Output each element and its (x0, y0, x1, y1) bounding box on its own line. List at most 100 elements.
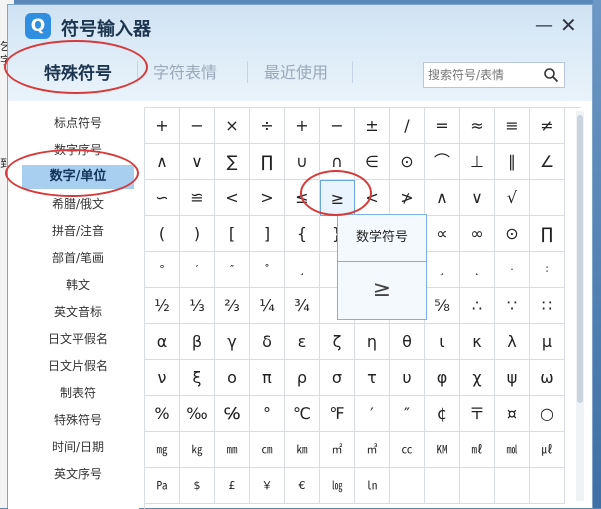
symbol-cell[interactable]: ) (180, 216, 215, 252)
symbol-cell[interactable]: ξ (180, 360, 215, 396)
symbol-cell[interactable]: ℉ (320, 396, 355, 432)
close-button[interactable]: ✕ (560, 14, 577, 36)
symbol-cell[interactable]: × (215, 108, 250, 144)
symbol-cell[interactable]: ㏎ (425, 432, 460, 468)
title-bar[interactable]: Q 符号输入器 — ✕ 特殊符号 字符表情 最近使用 (8, 5, 592, 101)
scrollbar-thumb[interactable] (577, 115, 583, 403)
symbol-cell[interactable]: − (180, 108, 215, 144)
symbol-cell[interactable]: ˚ (250, 252, 285, 288)
symbol-cell[interactable]: √ (495, 180, 530, 216)
symbol-cell[interactable]: ⊙ (390, 144, 425, 180)
symbol-cell[interactable]: ⊙ (495, 216, 530, 252)
sidebar-item[interactable]: 特殊符号 (22, 408, 134, 432)
symbol-cell[interactable]: ″ (390, 396, 425, 432)
symbol-cell[interactable]: ℃ (285, 396, 320, 432)
symbol-cell[interactable]: ° (250, 396, 285, 432)
symbol-cell[interactable]: − (320, 108, 355, 144)
symbol-cell[interactable]: ㎩ (145, 468, 180, 504)
popup-symbol-preview[interactable]: ≥ (338, 262, 426, 318)
symbol-cell[interactable]: ⅓ (180, 288, 215, 324)
symbol-cell[interactable]: ∠ (530, 144, 565, 180)
symbol-cell[interactable]: ¤ (495, 396, 530, 432)
symbol-cell[interactable]: ㏒ (320, 468, 355, 504)
symbol-cell[interactable]: { (285, 216, 320, 252)
symbol-cell[interactable]: α (145, 324, 180, 360)
symbol-cell[interactable]: ω (530, 360, 565, 396)
symbol-cell[interactable]: π (250, 360, 285, 396)
symbol-cell[interactable]: = (425, 108, 460, 144)
symbol-cell[interactable]: ] (250, 216, 285, 252)
symbol-cell[interactable]: ρ (285, 360, 320, 396)
minimize-button[interactable]: — (535, 17, 553, 35)
symbol-cell[interactable]: ¼ (250, 288, 285, 324)
symbol-cell[interactable]: ⊥ (460, 144, 495, 180)
sidebar-item[interactable]: 日文片假名 (22, 354, 134, 378)
symbol-cell[interactable]: ν (145, 360, 180, 396)
sidebar-item[interactable]: 部首/笔画 (22, 246, 134, 270)
symbol-cell[interactable]: ∪ (285, 144, 320, 180)
symbol-cell[interactable]: δ (250, 324, 285, 360)
symbol-cell[interactable] (530, 180, 565, 216)
symbol-cell[interactable]: τ (355, 360, 390, 396)
symbol-cell[interactable]: ⅔ (215, 288, 250, 324)
symbol-cell[interactable]: ∵ (495, 288, 530, 324)
symbol-cell[interactable]: ∽ (145, 180, 180, 216)
symbol-cell[interactable]: ∧ (425, 180, 460, 216)
symbol-cell[interactable]: λ (495, 324, 530, 360)
symbol-cell[interactable]: ο (215, 360, 250, 396)
symbol-cell[interactable]: ∧ (145, 144, 180, 180)
symbol-cell[interactable] (460, 468, 495, 504)
symbol-cell[interactable]: ′ (180, 252, 215, 288)
symbol-cell[interactable]: ‰ (180, 396, 215, 432)
symbol-cell[interactable]: % (145, 396, 180, 432)
sidebar-item[interactable]: 标点符号 (22, 111, 134, 135)
symbol-cell[interactable]: ∈ (355, 144, 390, 180)
symbol-cell[interactable]: ㎡ (320, 432, 355, 468)
symbol-cell[interactable]: ㎜ (215, 432, 250, 468)
symbol-cell[interactable] (495, 468, 530, 504)
symbol-cell[interactable]: ¸ (425, 252, 460, 288)
search-icon[interactable] (543, 67, 559, 83)
symbol-cell[interactable]: χ (460, 360, 495, 396)
symbol-cell[interactable]: σ (320, 360, 355, 396)
symbol-cell[interactable]: ㏄ (390, 432, 425, 468)
symbol-cell[interactable]: ≥ (320, 180, 355, 216)
symbol-cell[interactable]: ℅ (215, 396, 250, 432)
symbol-cell[interactable]: ㎎ (145, 432, 180, 468)
symbol-cell[interactable] (425, 468, 460, 504)
tab-char-emoticons[interactable]: 字符表情 (153, 59, 217, 83)
symbol-cell[interactable]: γ (215, 324, 250, 360)
symbol-cell[interactable] (390, 468, 425, 504)
sidebar-item[interactable]: 英文音标 (22, 300, 134, 324)
tab-special-symbols[interactable]: 特殊符号 (44, 59, 112, 84)
symbol-cell[interactable]: ≯ (390, 180, 425, 216)
symbol-cell[interactable]: ∷ (530, 288, 565, 324)
symbol-cell[interactable]: ∨ (180, 144, 215, 180)
symbol-cell[interactable]: ° (145, 252, 180, 288)
symbol-cell[interactable]: ≠ (530, 108, 565, 144)
sidebar-item[interactable]: 数字/单位 (22, 165, 134, 189)
symbol-cell[interactable]: ∶ (530, 252, 565, 288)
symbol-cell[interactable]: ψ (495, 360, 530, 396)
scrollbar[interactable] (576, 111, 584, 501)
search-input[interactable] (428, 67, 538, 83)
symbol-cell[interactable]: + (145, 108, 180, 144)
symbol-cell[interactable]: < (215, 180, 250, 216)
sidebar-item[interactable]: 时间/日期 (22, 435, 134, 459)
symbol-cell[interactable]: ≌ (180, 180, 215, 216)
symbol-cell[interactable]: ○ (530, 396, 565, 432)
symbol-cell[interactable]: ε (285, 324, 320, 360)
symbol-cell[interactable]: ㏑ (355, 468, 390, 504)
sidebar-item[interactable]: 英文序号 (22, 462, 134, 486)
symbol-cell[interactable]: ∝ (425, 216, 460, 252)
symbol-cell[interactable]: ∞ (460, 216, 495, 252)
symbol-cell[interactable]: ㎝ (250, 432, 285, 468)
symbol-cell[interactable]: ¢ (425, 396, 460, 432)
symbol-cell[interactable]: $ (180, 468, 215, 504)
symbol-cell[interactable]: ″ (215, 252, 250, 288)
symbol-cell[interactable]: ㎖ (460, 432, 495, 468)
sidebar-item[interactable]: 制表符 (22, 381, 134, 405)
sidebar-item[interactable]: 拼音/注音 (22, 219, 134, 243)
symbol-cell[interactable]: ⌒ (425, 144, 460, 180)
symbol-cell[interactable]: β (180, 324, 215, 360)
